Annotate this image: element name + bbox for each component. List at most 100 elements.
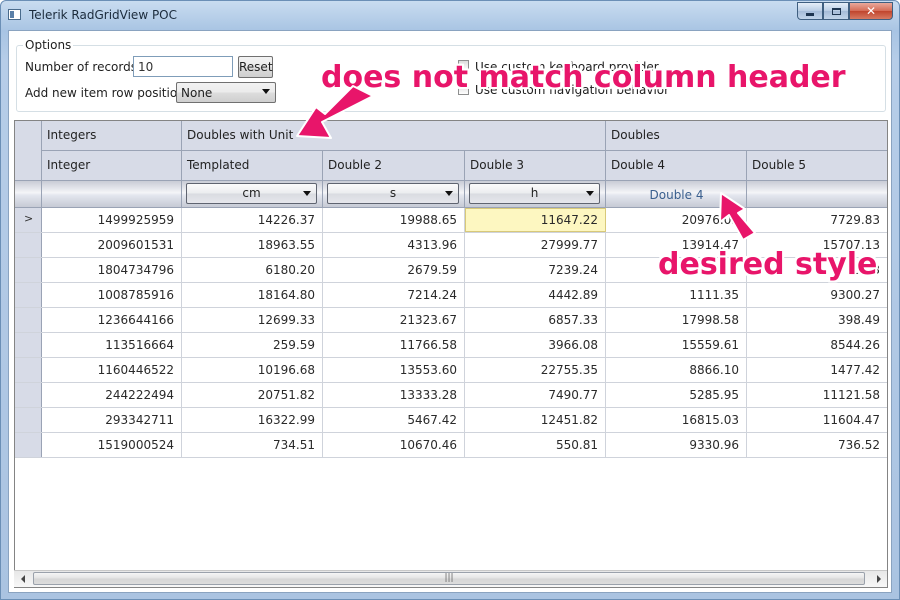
row-indicator[interactable]	[15, 383, 42, 407]
cell-double-3[interactable]: 27999.77	[465, 233, 606, 257]
column-header-double-3[interactable]: Double 3	[465, 151, 606, 181]
cell-templated[interactable]: 10196.68	[182, 358, 323, 382]
cell-templated[interactable]: 259.59	[182, 333, 323, 357]
cell-double-3[interactable]: 4442.89	[465, 283, 606, 307]
scroll-thumb[interactable]: |||	[33, 572, 865, 585]
cell-double-4[interactable]: 20976.03	[606, 208, 747, 232]
row-indicator[interactable]	[15, 433, 42, 457]
cell-integer[interactable]: 293342711	[42, 408, 182, 432]
cell-double-3[interactable]: 11647.22	[465, 208, 606, 232]
cell-integer[interactable]: 113516664	[42, 333, 182, 357]
table-row[interactable]: 293342711 16322.99 5467.42 12451.82 16815.03…	[15, 408, 887, 433]
cell-integer[interactable]: 1008785916	[42, 283, 182, 307]
cell-integer[interactable]: 1236644166	[42, 308, 182, 332]
table-row[interactable]: >1499925959 14226.37 19988.65 11647.22 20976…	[15, 208, 887, 233]
cell-double-5[interactable]: 9300.27	[747, 283, 887, 307]
cell-integer[interactable]: 1160446522	[42, 358, 182, 382]
table-row[interactable]: 113516664 259.59 11766.58 3966.08 15559.61 85…	[15, 333, 887, 358]
cell-double-2[interactable]: 19988.65	[323, 208, 465, 232]
unit-dropdown-cm[interactable]: cm	[186, 183, 317, 204]
cell-templated[interactable]: 16322.99	[182, 408, 323, 432]
cell-templated[interactable]: 18164.80	[182, 283, 323, 307]
row-indicator[interactable]	[15, 233, 42, 257]
cell-templated[interactable]: 12699.33	[182, 308, 323, 332]
cell-double-2[interactable]: 2679.59	[323, 258, 465, 282]
unit-dropdown-h[interactable]: h	[469, 183, 600, 204]
cell-templated[interactable]: 20751.82	[182, 383, 323, 407]
cell-double-4[interactable]: 8866.10	[606, 358, 747, 382]
cell-templated[interactable]: 6180.20	[182, 258, 323, 282]
cell-double-3[interactable]: 7490.77	[465, 383, 606, 407]
cell-templated[interactable]: 18963.55	[182, 233, 323, 257]
cell-double-3[interactable]: 3966.08	[465, 333, 606, 357]
table-row[interactable]: 1008785916 18164.80 7214.24 4442.89 1111.35 9…	[15, 283, 887, 308]
table-row[interactable]: 1236644166 12699.33 21323.67 6857.33 17998.5…	[15, 308, 887, 333]
table-row[interactable]: 244222494 20751.82 13333.28 7490.77 5285.95 1…	[15, 383, 887, 408]
cell-integer[interactable]: 2009601531	[42, 233, 182, 257]
cell-double-5[interactable]: 1477.42	[747, 358, 887, 382]
cell-double-5[interactable]: 11121.58	[747, 383, 887, 407]
cell-double-5[interactable]: 736.52	[747, 433, 887, 457]
row-indicator[interactable]	[15, 408, 42, 432]
unit-value: cm	[242, 186, 261, 200]
group-header-doubles[interactable]: Doubles	[606, 121, 887, 151]
cell-integer[interactable]: 1804734796	[42, 258, 182, 282]
cell-integer[interactable]: 1519000524	[42, 433, 182, 457]
cell-double-2[interactable]: 11766.58	[323, 333, 465, 357]
cell-double-2[interactable]: 5467.42	[323, 408, 465, 432]
cell-double-5[interactable]: 398.49	[747, 308, 887, 332]
row-position-dropdown[interactable]: None	[176, 82, 276, 103]
cell-double-4[interactable]: 1111.35	[606, 283, 747, 307]
horizontal-scrollbar[interactable]: |||	[14, 570, 887, 587]
cell-double-2[interactable]: 13553.60	[323, 358, 465, 382]
group-header-integers[interactable]: Integers	[42, 121, 182, 151]
cell-double-3[interactable]: 550.81	[465, 433, 606, 457]
cell-integer[interactable]: 244222494	[42, 383, 182, 407]
cell-double-2[interactable]: 13333.28	[323, 383, 465, 407]
current-row-indicator[interactable]: >	[15, 208, 42, 232]
cell-templated[interactable]: 734.51	[182, 433, 323, 457]
cell-double-2[interactable]: 7214.24	[323, 283, 465, 307]
maximize-button[interactable]	[823, 2, 849, 20]
close-button[interactable]: ✕	[849, 2, 893, 20]
records-input[interactable]	[133, 56, 233, 77]
table-row[interactable]: 1160446522 10196.68 13553.60 22755.35 8866.1…	[15, 358, 887, 383]
cell-double-4[interactable]: 16815.03	[606, 408, 747, 432]
cell-double-2[interactable]: 10670.46	[323, 433, 465, 457]
cell-double-5[interactable]: 11604.47	[747, 408, 887, 432]
cell-double-3[interactable]: 6857.33	[465, 308, 606, 332]
row-indicator[interactable]	[15, 358, 42, 382]
cell-double-4[interactable]: 9330.96	[606, 433, 747, 457]
unit-dropdown-s[interactable]: s	[327, 183, 459, 204]
row-indicator[interactable]	[15, 308, 42, 332]
column-header-double-2[interactable]: Double 2	[323, 151, 465, 181]
unit-value: h	[530, 186, 539, 200]
cell-double-3[interactable]: 12451.82	[465, 408, 606, 432]
column-header-templated[interactable]: Templated	[182, 151, 323, 181]
cell-double-4[interactable]: 15559.61	[606, 333, 747, 357]
cell-double-5[interactable]: 8544.26	[747, 333, 887, 357]
group-header-doubles-with-unit[interactable]: Doubles with Unit	[182, 121, 606, 151]
table-row[interactable]: 1519000524 734.51 10670.46 550.81 9330.96 736…	[15, 433, 887, 458]
column-header-double-4[interactable]: Double 4	[606, 151, 747, 181]
unit-value: s	[389, 186, 397, 200]
cell-templated[interactable]: 14226.37	[182, 208, 323, 232]
scroll-right-button[interactable]	[870, 571, 887, 587]
cell-integer[interactable]: 1499925959	[42, 208, 182, 232]
reset-button[interactable]: Reset	[238, 56, 273, 78]
cell-double-2[interactable]: 4313.96	[323, 233, 465, 257]
cell-double-2[interactable]: 21323.67	[323, 308, 465, 332]
cell-double-3[interactable]: 7239.24	[465, 258, 606, 282]
title-bar[interactable]: Telerik RadGridView POC ✕	[1, 1, 899, 29]
column-header-integer[interactable]: Integer	[42, 151, 182, 181]
column-header-double-5[interactable]: Double 5	[747, 151, 887, 181]
cell-double-5[interactable]: 7729.83	[747, 208, 887, 232]
row-indicator[interactable]	[15, 333, 42, 357]
cell-double-4[interactable]: 17998.58	[606, 308, 747, 332]
minimize-button[interactable]	[797, 2, 823, 20]
row-indicator[interactable]	[15, 283, 42, 307]
row-indicator[interactable]	[15, 258, 42, 282]
cell-double-4[interactable]: 5285.95	[606, 383, 747, 407]
scroll-left-button[interactable]	[14, 571, 31, 587]
cell-double-3[interactable]: 22755.35	[465, 358, 606, 382]
